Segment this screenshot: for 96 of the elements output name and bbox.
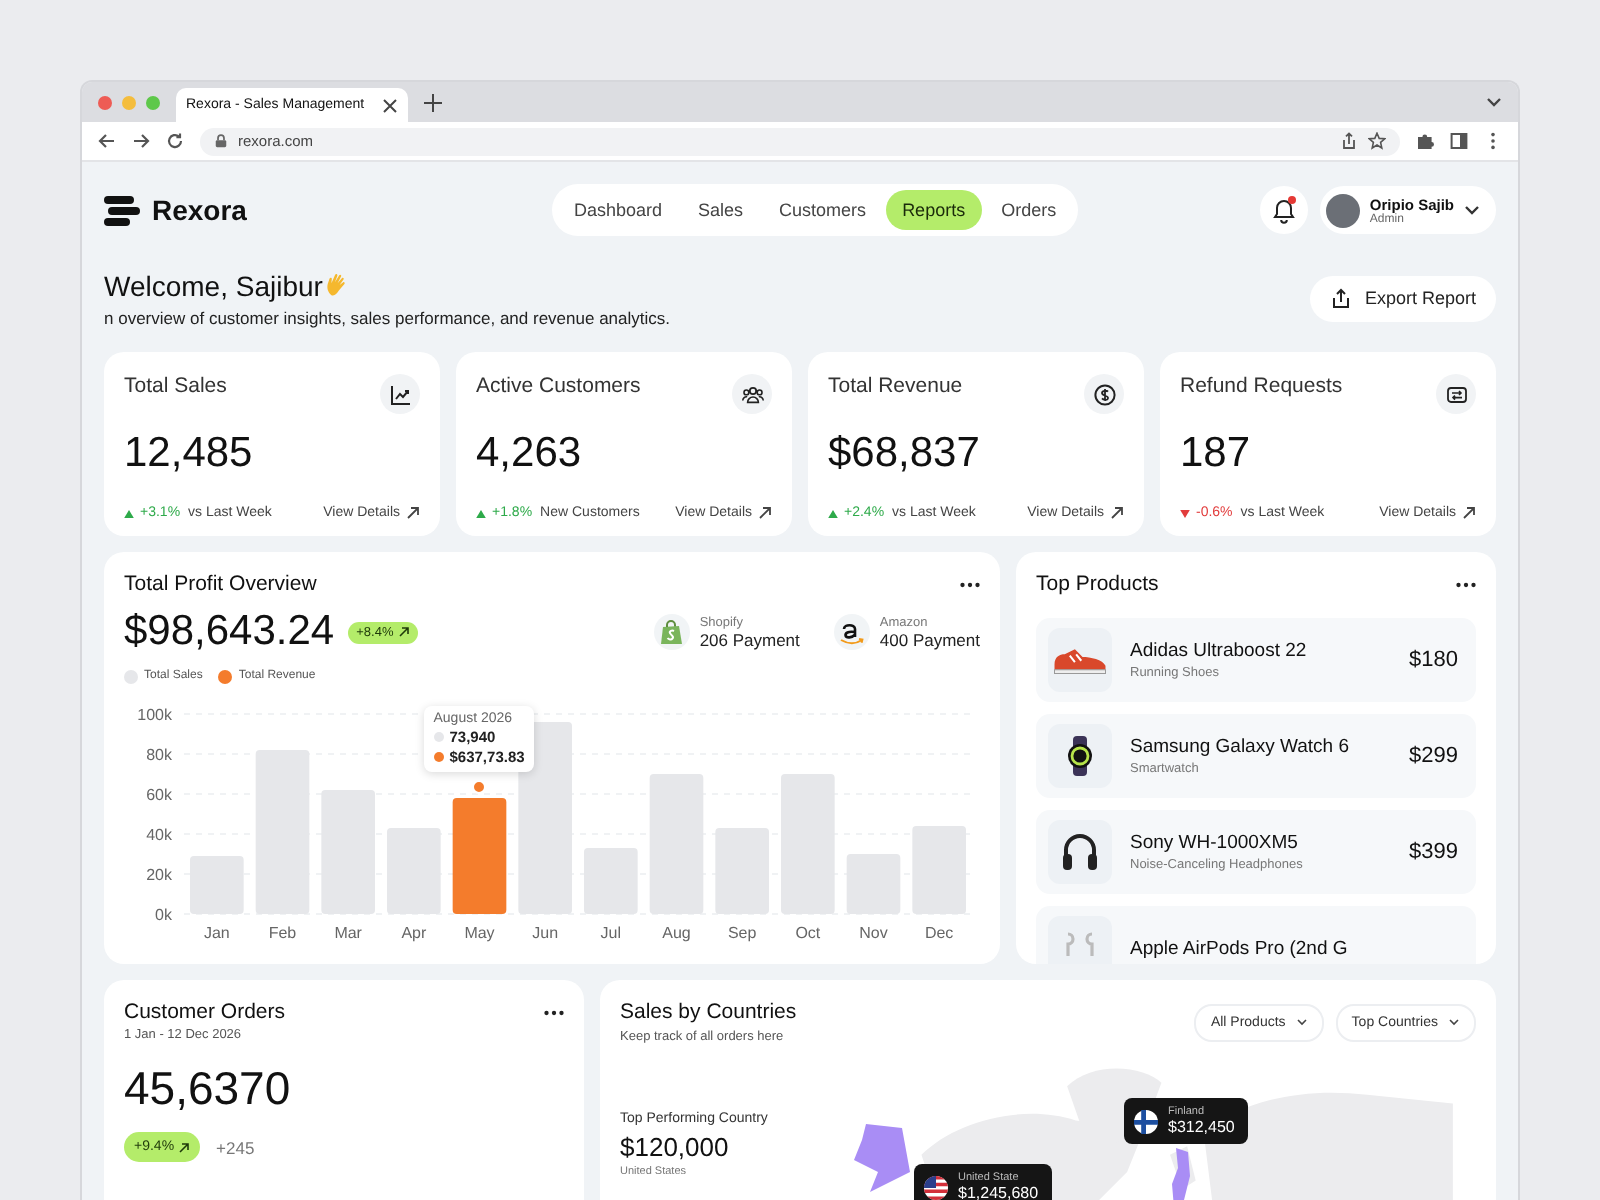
profit-total: $98,643.24 — [124, 608, 335, 656]
x-axis-label: Mar — [334, 924, 362, 942]
product-item[interactable]: Apple AirPods Pro (2nd G — [1036, 906, 1476, 964]
arrow-up-right-icon — [1110, 506, 1124, 520]
country-sales: $312,450 — [1168, 1118, 1235, 1136]
line-chart-icon — [389, 383, 411, 405]
sneaker-icon — [1054, 647, 1106, 673]
export-report-button[interactable]: Export Report — [1310, 275, 1496, 321]
people-icon — [741, 383, 763, 405]
x-axis-label: Nov — [859, 924, 888, 942]
source-payments: 400 Payment — [879, 629, 980, 649]
y-axis-label: 80k — [146, 746, 172, 764]
product-name: Adidas Ultraboost 22 — [1130, 640, 1307, 662]
arrow-up-right-icon — [397, 626, 410, 638]
new-tab-icon[interactable] — [424, 93, 442, 111]
more-icon[interactable] — [960, 581, 980, 587]
sidebar-icon[interactable] — [1450, 132, 1468, 150]
x-axis-label: Oct — [795, 924, 821, 942]
highlighted-region — [1168, 1148, 1192, 1200]
product-name: Sony WH-1000XM5 — [1130, 832, 1300, 854]
lock-icon — [214, 134, 228, 148]
brand-name: Rexora — [152, 194, 247, 226]
product-name: Samsung Galaxy Watch 6 — [1130, 736, 1349, 758]
nav-tab[interactable]: Sales — [682, 190, 760, 230]
y-axis-label: 60k — [146, 786, 172, 804]
refund-icon — [1445, 383, 1467, 405]
stat-title: Refund Requests — [1180, 374, 1343, 398]
card-title: Total Profit Overview — [124, 572, 317, 596]
forward-icon[interactable] — [132, 132, 150, 150]
shopping-bag-icon — [657, 618, 686, 646]
source-payments: 206 Payment — [699, 629, 800, 649]
more-icon[interactable] — [544, 1009, 564, 1015]
more-icon[interactable] — [1456, 581, 1476, 587]
stat-value: $68,837 — [828, 430, 982, 478]
product-price: $399 — [1409, 840, 1458, 864]
x-axis-label: May — [464, 924, 495, 942]
arrow-up-right-icon — [758, 506, 772, 520]
flag-icon — [924, 1175, 948, 1199]
product-price: $299 — [1409, 744, 1458, 768]
avatar — [1325, 193, 1360, 227]
chevron-down-icon — [1448, 1016, 1460, 1028]
chevron-down-icon[interactable] — [1486, 94, 1502, 110]
y-axis-label: 40k — [146, 826, 172, 844]
nav-tab[interactable]: Dashboard — [558, 190, 679, 230]
orders-total: 45,6370 — [124, 1062, 293, 1116]
back-icon[interactable] — [98, 132, 116, 150]
country-sales: $1,245,680 — [958, 1184, 1039, 1200]
x-axis-label: Dec — [924, 924, 954, 942]
nav-tab[interactable]: Customers — [763, 190, 883, 230]
nav-tab[interactable]: Orders — [985, 190, 1073, 230]
dollar-icon — [1093, 383, 1115, 405]
y-axis-label: 0k — [155, 906, 172, 924]
nav-tab[interactable]: Reports — [886, 190, 982, 230]
flag-icon — [1134, 1109, 1158, 1133]
y-axis-label: 100k — [137, 706, 172, 724]
welcome-title: Welcome, Sajibur — [104, 269, 323, 301]
logo-icon — [104, 195, 140, 225]
arrow-up-right-icon — [406, 506, 420, 520]
arrow-up-right-icon — [178, 1141, 191, 1153]
x-axis-label: Apr — [401, 924, 427, 942]
x-axis-label: Jan — [203, 924, 230, 942]
star-icon[interactable] — [1368, 132, 1386, 150]
chevron-down-icon — [1295, 1016, 1308, 1028]
product-price: $180 — [1409, 648, 1458, 672]
bell-icon — [1271, 197, 1296, 223]
arrow-up-right-icon — [1462, 506, 1476, 520]
card-title: Sales by Countries — [620, 1000, 797, 1024]
x-axis-label: Feb — [268, 924, 297, 942]
upload-icon — [1330, 287, 1353, 309]
y-axis-label: 20k — [146, 866, 172, 884]
welcome-subtitle: n overview of customer insights, sales performance, and revenue analytics. — [104, 307, 670, 327]
smile-arrow-icon — [837, 618, 866, 646]
puzzle-icon[interactable] — [1416, 132, 1434, 150]
stat-title: Total Sales — [124, 374, 227, 398]
stat-title: Total Revenue — [828, 374, 963, 398]
stat-title: Active Customers — [476, 374, 641, 398]
card-title: Top Products — [1036, 572, 1159, 596]
orders-increase: +245 — [216, 1137, 255, 1157]
card-title: Customer Orders — [124, 1000, 286, 1024]
reload-icon[interactable] — [166, 132, 184, 150]
x-axis-label: Sep — [727, 924, 757, 942]
x-axis-label: Jul — [600, 924, 622, 942]
bar-point-marker — [471, 780, 486, 794]
close-tab-icon[interactable] — [382, 97, 398, 113]
x-axis-label: Aug — [662, 924, 691, 942]
highlighted-region — [850, 1120, 914, 1192]
stat-value: 4,263 — [476, 430, 584, 478]
notification-button[interactable] — [1259, 186, 1308, 234]
stat-value: 12,485 — [124, 430, 255, 478]
waving-hand-icon — [324, 272, 351, 298]
x-axis-label: Jun — [532, 924, 559, 942]
product-name: Apple AirPods Pro (2nd G — [1130, 937, 1348, 959]
share-icon[interactable] — [1340, 132, 1358, 150]
top-country-value: $120,000 — [620, 1132, 729, 1162]
stat-value: 187 — [1180, 430, 1253, 478]
chevron-down-icon — [1464, 202, 1480, 218]
